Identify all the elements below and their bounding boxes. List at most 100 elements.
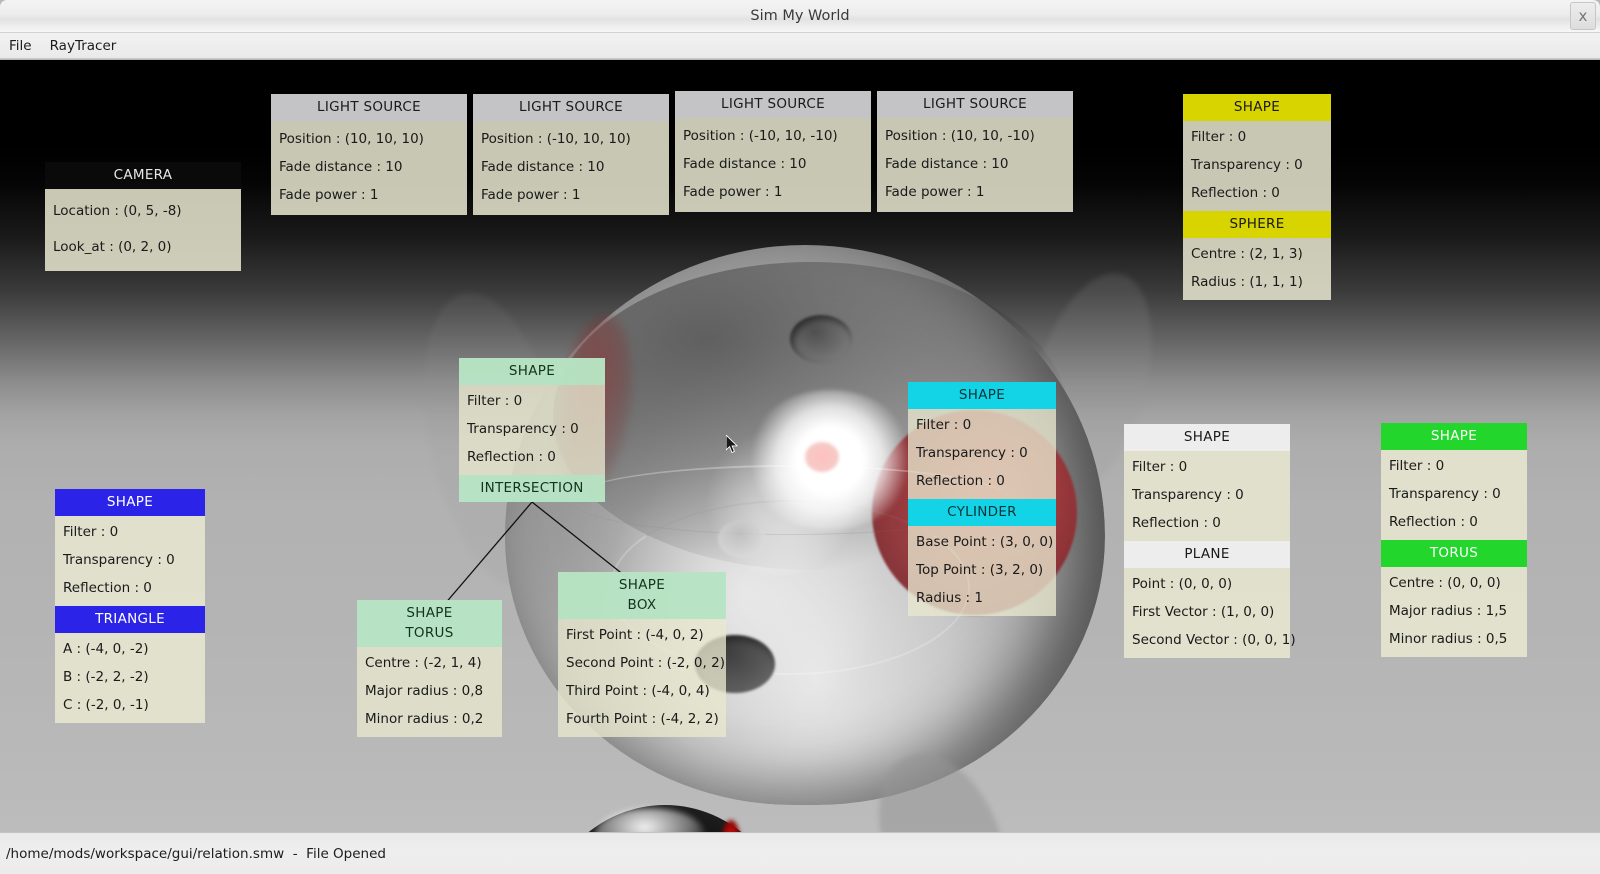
panel-light-source-4[interactable]: LIGHT SOURCE Position : (10, 10, -10) Fa… [877,91,1073,212]
application-window: Sim My World x File RayTracer CAMERA Loc… [0,0,1600,874]
render-viewport[interactable]: CAMERA Location : (0, 5, -8) Look_at : (… [0,60,1600,832]
panel-camera-body: Location : (0, 5, -8) Look_at : (0, 2, 0… [45,189,241,271]
triangle-transparency: Transparency : 0 [63,552,175,568]
close-icon[interactable]: x [1570,2,1596,30]
panel-shape-sphere-header: SHAPE [1183,94,1331,121]
panel-torus-child-shape-header: SHAPE [357,600,502,623]
panel-shape-plane[interactable]: SHAPE Filter : 0 Transparency : 0 Reflec… [1124,424,1296,658]
cylinder-reflection: Reflection : 0 [916,473,1005,489]
torus-child-minor-radius: Minor radius : 0,2 [365,711,484,727]
scene-crater [718,520,766,558]
light2-position: Position : (-10, 10, 10) [481,131,631,147]
panel-box-child-shape-header: SHAPE [558,572,726,595]
light4-fade-distance: Fade distance : 10 [885,156,1009,172]
plane-transparency: Transparency : 0 [1132,487,1244,503]
mouse-cursor [726,435,739,454]
light3-fade-distance: Fade distance : 10 [683,156,807,172]
panel-shape-torus-child[interactable]: SHAPE TORUS Centre : (-2, 1, 4) Major ra… [357,600,502,737]
box-second-point: Second Point : (-2, 0, 2) [566,655,725,671]
panel-light-source-3-header: LIGHT SOURCE [675,91,871,118]
title-bar: Sim My World x [0,0,1600,33]
box-first-point: First Point : (-4, 0, 2) [566,627,704,643]
light1-fade-power: Fade power : 1 [279,187,379,203]
panel-light-source-3[interactable]: LIGHT SOURCE Position : (-10, 10, -10) F… [675,91,871,212]
panel-plane-type-body: Point : (0, 0, 0) First Vector : (1, 0, … [1124,568,1296,658]
panel-camera[interactable]: CAMERA Location : (0, 5, -8) Look_at : (… [45,162,241,271]
window-title: Sim My World [750,8,850,24]
torus-filter: Filter : 0 [1389,458,1445,474]
panel-cylinder-type-body: Base Point : (3, 0, 0) Top Point : (3, 2… [908,526,1056,616]
sphere-filter: Filter : 0 [1191,129,1247,145]
panel-shape-cylinder-header: SHAPE [908,382,1056,409]
panel-intersection-type-header: INTERSECTION [459,475,605,502]
panel-light-source-1-body: Position : (10, 10, 10) Fade distance : … [271,121,467,215]
panel-shape-plane-attributes: Filter : 0 Transparency : 0 Reflection :… [1124,451,1290,541]
sphere-transparency: Transparency : 0 [1191,157,1303,173]
cylinder-radius: Radius : 1 [916,590,983,606]
torus-child-centre: Centre : (-2, 1, 4) [365,655,482,671]
triangle-point-b: B : (-2, 2, -2) [63,669,149,685]
panel-shape-intersection-attributes: Filter : 0 Transparency : 0 Reflection :… [459,385,605,475]
panel-shape-torus-header: SHAPE [1381,423,1527,450]
light3-position: Position : (-10, 10, -10) [683,128,838,144]
sphere-reflection: Reflection : 0 [1191,185,1280,201]
intersection-filter: Filter : 0 [467,393,523,409]
panel-light-source-2[interactable]: LIGHT SOURCE Position : (-10, 10, 10) Fa… [473,94,669,215]
menu-item-raytracer[interactable]: RayTracer [41,36,126,56]
panel-light-source-2-header: LIGHT SOURCE [473,94,669,121]
panel-shape-cylinder-attributes: Filter : 0 Transparency : 0 Reflection :… [908,409,1056,499]
plane-reflection: Reflection : 0 [1132,515,1221,531]
panel-plane-type-header: PLANE [1124,541,1290,568]
camera-location: Location : (0, 5, -8) [53,203,182,219]
panel-cylinder-type-header: CYLINDER [908,499,1056,526]
plane-second-vector: Second Vector : (0, 0, 1) [1132,632,1296,648]
panel-box-child-body: First Point : (-4, 0, 2) Second Point : … [558,619,726,737]
panel-shape-torus-attributes: Filter : 0 Transparency : 0 Reflection :… [1381,450,1527,540]
panel-shape-sphere-attributes: Filter : 0 Transparency : 0 Reflection :… [1183,121,1331,211]
panel-shape-sphere[interactable]: SHAPE Filter : 0 Transparency : 0 Reflec… [1183,94,1331,300]
panel-shape-intersection-header: SHAPE [459,358,605,385]
panel-light-source-3-body: Position : (-10, 10, -10) Fade distance … [675,118,871,212]
torus-major-radius: Major radius : 1,5 [1389,603,1508,619]
intersection-reflection: Reflection : 0 [467,449,556,465]
panel-torus-child-type-header: TORUS [357,623,502,647]
cylinder-transparency: Transparency : 0 [916,445,1028,461]
light1-fade-distance: Fade distance : 10 [279,159,403,175]
panel-sphere-type-body: Centre : (2, 1, 3) Radius : (1, 1, 1) [1183,238,1331,300]
camera-look-at: Look_at : (0, 2, 0) [53,239,172,255]
panel-torus-type-header: TORUS [1381,540,1527,567]
light2-fade-distance: Fade distance : 10 [481,159,605,175]
torus-transparency: Transparency : 0 [1389,486,1501,502]
scene-pink-sphere [805,442,839,472]
panel-light-source-4-body: Position : (10, 10, -10) Fade distance :… [877,118,1073,212]
torus-minor-radius: Minor radius : 0,5 [1389,631,1508,647]
panel-shape-triangle-attributes: Filter : 0 Transparency : 0 Reflection :… [55,516,205,606]
panel-shape-intersection[interactable]: SHAPE Filter : 0 Transparency : 0 Reflec… [459,358,605,502]
panel-torus-type-body: Centre : (0, 0, 0) Major radius : 1,5 Mi… [1381,567,1527,657]
light2-fade-power: Fade power : 1 [481,187,581,203]
panel-light-source-2-body: Position : (-10, 10, 10) Fade distance :… [473,121,669,215]
light4-fade-power: Fade power : 1 [885,184,985,200]
torus-centre: Centre : (0, 0, 0) [1389,575,1501,591]
scene-crater [790,315,852,363]
panel-shape-cylinder[interactable]: SHAPE Filter : 0 Transparency : 0 Reflec… [908,382,1056,616]
panel-shape-triangle[interactable]: SHAPE Filter : 0 Transparency : 0 Reflec… [55,489,205,723]
plane-filter: Filter : 0 [1132,459,1188,475]
triangle-point-a: A : (-4, 0, -2) [63,641,149,657]
triangle-point-c: C : (-2, 0, -1) [63,697,149,713]
light3-fade-power: Fade power : 1 [683,184,783,200]
panel-sphere-type-header: SPHERE [1183,211,1331,238]
menu-item-file[interactable]: File [0,36,41,56]
sphere-centre: Centre : (2, 1, 3) [1191,246,1303,262]
panel-light-source-4-header: LIGHT SOURCE [877,91,1073,118]
status-bar-text: /home/mods/workspace/gui/relation.smw - … [6,846,386,862]
panel-shape-torus[interactable]: SHAPE Filter : 0 Transparency : 0 Reflec… [1381,423,1527,657]
panel-box-child-type-header: BOX [558,595,726,619]
torus-child-major-radius: Major radius : 0,8 [365,683,484,699]
panel-shape-box-child[interactable]: SHAPE BOX First Point : (-4, 0, 2) Secon… [558,572,726,737]
box-fourth-point: Fourth Point : (-4, 2, 2) [566,711,719,727]
panel-triangle-type-header: TRIANGLE [55,606,205,633]
light1-position: Position : (10, 10, 10) [279,131,424,147]
panel-light-source-1[interactable]: LIGHT SOURCE Position : (10, 10, 10) Fad… [271,94,467,215]
scene-dark-sphere [540,805,790,832]
